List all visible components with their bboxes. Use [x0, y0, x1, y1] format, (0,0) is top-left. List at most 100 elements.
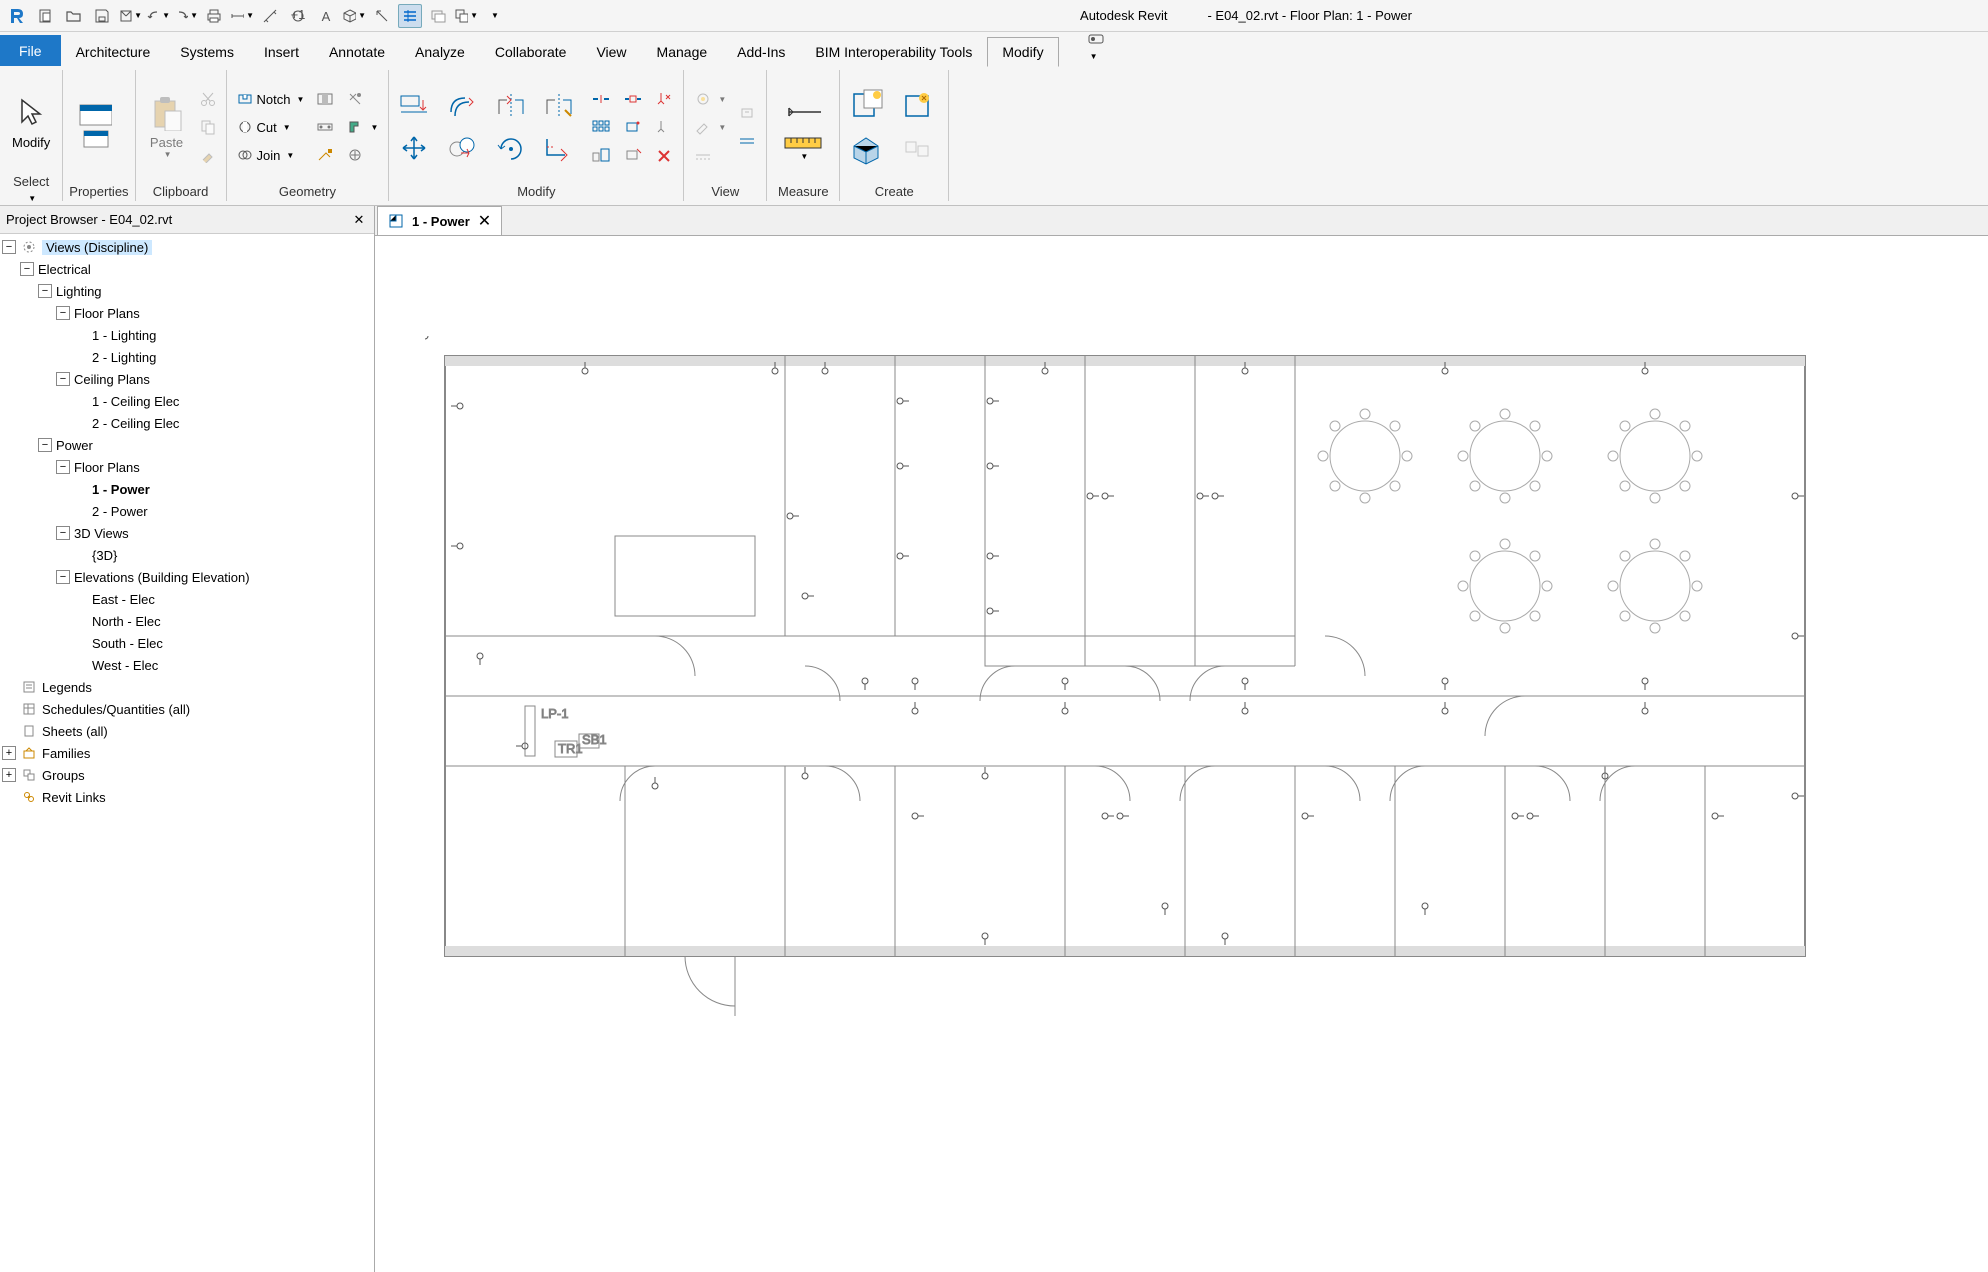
- notch-button[interactable]: Notch▼: [233, 86, 309, 112]
- join-button[interactable]: Join▼: [233, 142, 309, 168]
- tree-legends[interactable]: Legends: [2, 676, 372, 698]
- create-similar-icon[interactable]: [846, 85, 892, 125]
- tab-addins[interactable]: Add-Ins: [722, 37, 800, 66]
- scale-icon[interactable]: [587, 142, 615, 168]
- offset-icon[interactable]: [443, 88, 487, 124]
- tab-systems[interactable]: Systems: [165, 37, 249, 66]
- align-icon[interactable]: [395, 88, 439, 124]
- close-hidden-icon[interactable]: [426, 4, 450, 28]
- tab-collaborate[interactable]: Collaborate: [480, 37, 582, 66]
- redo-icon[interactable]: ▼: [174, 4, 198, 28]
- array-icon[interactable]: [587, 114, 615, 140]
- tab-modify[interactable]: Modify: [987, 37, 1058, 67]
- linework2-icon[interactable]: [734, 128, 760, 154]
- demolish-icon[interactable]: [342, 86, 382, 112]
- split-gap-icon[interactable]: [619, 86, 647, 112]
- text-icon[interactable]: A: [314, 4, 338, 28]
- tree-groups[interactable]: +Groups: [2, 764, 372, 786]
- tab-file[interactable]: File: [0, 35, 61, 66]
- tree-sheets[interactable]: Sheets (all): [2, 720, 372, 742]
- tree-2-power[interactable]: 2 - Power: [2, 500, 372, 522]
- tree-1-ceiling[interactable]: 1 - Ceiling Elec: [2, 390, 372, 412]
- paste-button[interactable]: Paste ▼: [142, 77, 192, 177]
- split-face-icon[interactable]: [312, 142, 338, 168]
- section-icon[interactable]: [370, 4, 394, 28]
- split-element-icon[interactable]: [587, 86, 615, 112]
- create-parts-icon[interactable]: [896, 129, 942, 169]
- sync-icon[interactable]: ▼: [118, 4, 142, 28]
- tree-elevations[interactable]: −Elevations (Building Elevation): [2, 566, 372, 588]
- tree-3d[interactable]: {3D}: [2, 544, 372, 566]
- tree-west-elec[interactable]: West - Elec: [2, 654, 372, 676]
- copy-icon[interactable]: [443, 130, 487, 166]
- activate-dim-icon[interactable]: [342, 142, 382, 168]
- tree-north-elec[interactable]: North - Elec: [2, 610, 372, 632]
- cut-button[interactable]: Cut▼: [233, 114, 309, 140]
- linework-icon[interactable]: [690, 142, 730, 168]
- pin-icon[interactable]: [619, 114, 647, 140]
- tree-lighting[interactable]: −Lighting: [2, 280, 372, 302]
- tree-2-lighting[interactable]: 2 - Lighting: [2, 346, 372, 368]
- tab-architecture[interactable]: Architecture: [61, 37, 166, 66]
- tab-options[interactable]: ▼: [1079, 27, 1117, 66]
- tab-analyze[interactable]: Analyze: [400, 37, 480, 66]
- close-icon[interactable]: ✕: [350, 211, 368, 229]
- tab-annotate[interactable]: Annotate: [314, 37, 400, 66]
- tree-1-lighting[interactable]: 1 - Lighting: [2, 324, 372, 346]
- open-icon[interactable]: [62, 4, 86, 28]
- lock-icon[interactable]: [651, 114, 677, 140]
- measure-icon[interactable]: ▼: [230, 4, 254, 28]
- customize-qat-icon[interactable]: ▼: [482, 4, 506, 28]
- delete-icon[interactable]: [651, 142, 677, 168]
- trim-icon[interactable]: [539, 130, 583, 166]
- align-dim-icon[interactable]: [258, 4, 282, 28]
- tab-insert[interactable]: Insert: [249, 37, 314, 66]
- tree-views-root[interactable]: −Views (Discipline): [2, 236, 372, 258]
- match-type-button[interactable]: [196, 142, 220, 168]
- unpin-red-icon[interactable]: [651, 86, 677, 112]
- override-icon[interactable]: ▼: [690, 114, 730, 140]
- hide-icon[interactable]: ▼: [690, 86, 730, 112]
- print-icon[interactable]: [202, 4, 226, 28]
- tree-electrical[interactable]: −Electrical: [2, 258, 372, 280]
- tree-revit-links[interactable]: Revit Links: [2, 786, 372, 808]
- tree-power-floorplans[interactable]: −Floor Plans: [2, 456, 372, 478]
- tree-schedules[interactable]: Schedules/Quantities (all): [2, 698, 372, 720]
- tab-manage[interactable]: Manage: [642, 37, 723, 66]
- wall-opening-icon[interactable]: [312, 86, 338, 112]
- select-dropdown-icon[interactable]: ▼: [28, 194, 36, 203]
- tree-south-elec[interactable]: South - Elec: [2, 632, 372, 654]
- save-icon[interactable]: [90, 4, 114, 28]
- mirror-axis-icon[interactable]: [491, 88, 535, 124]
- copy-clip-button[interactable]: [196, 114, 220, 140]
- close-view-icon[interactable]: ✕: [478, 211, 491, 231]
- measure-button[interactable]: ▼: [773, 77, 833, 177]
- modify-button[interactable]: Modify: [6, 72, 56, 172]
- switch-windows-icon[interactable]: ▼: [454, 4, 478, 28]
- tree-ceiling-plans[interactable]: −Ceiling Plans: [2, 368, 372, 390]
- move-icon[interactable]: [395, 130, 439, 166]
- tree-2-ceiling[interactable]: 2 - Ceiling Elec: [2, 412, 372, 434]
- tree-1-power[interactable]: 1 - Power: [2, 478, 372, 500]
- thin-lines-icon[interactable]: [398, 4, 422, 28]
- project-tree[interactable]: −Views (Discipline) −Electrical −Lightin…: [0, 234, 374, 1272]
- tab-view[interactable]: View: [581, 37, 641, 66]
- cut-clip-button[interactable]: [196, 86, 220, 112]
- beam-join-icon[interactable]: [312, 114, 338, 140]
- properties-button[interactable]: [69, 77, 119, 177]
- new-icon[interactable]: [34, 4, 58, 28]
- displace-icon[interactable]: [734, 100, 760, 126]
- paint-icon[interactable]: ▼: [342, 114, 382, 140]
- tree-families[interactable]: +Families: [2, 742, 372, 764]
- spot-elev-icon[interactable]: +1: [286, 4, 310, 28]
- unpin-icon[interactable]: [619, 142, 647, 168]
- create-assembly-icon[interactable]: [896, 85, 942, 125]
- create-group-icon[interactable]: [846, 129, 892, 169]
- tree-power[interactable]: −Power: [2, 434, 372, 456]
- undo-icon[interactable]: ▼: [146, 4, 170, 28]
- tree-lighting-floorplans[interactable]: −Floor Plans: [2, 302, 372, 324]
- rotate-icon[interactable]: [491, 130, 535, 166]
- mirror-draw-icon[interactable]: [539, 88, 583, 124]
- tree-3d-views[interactable]: −3D Views: [2, 522, 372, 544]
- drawing-canvas[interactable]: LP-1 TR1 SB1: [375, 236, 1988, 1272]
